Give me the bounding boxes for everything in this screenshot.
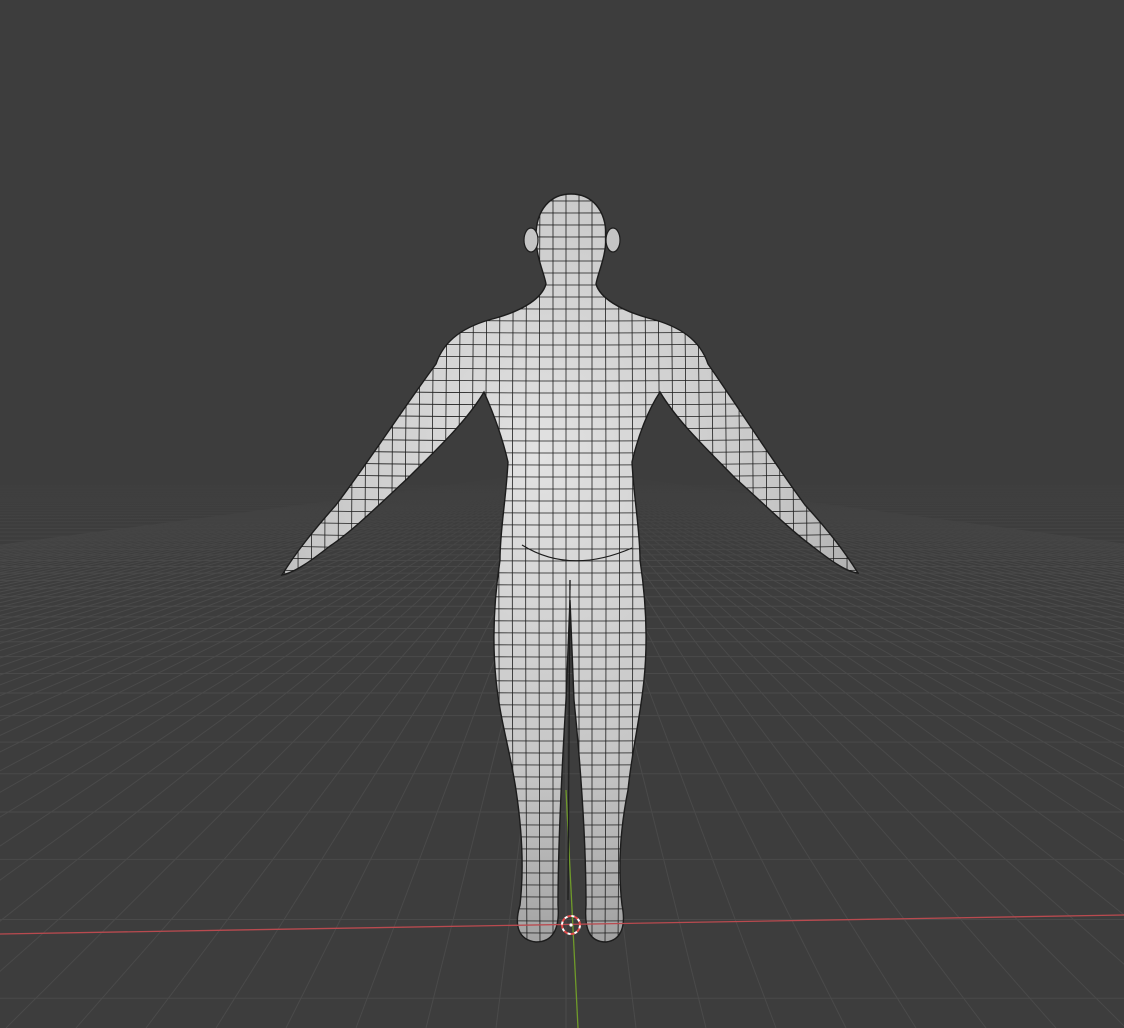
3d-viewport[interactable] [0, 0, 1124, 1028]
y-axis-line [565, 789, 579, 1028]
right-ear [605, 227, 621, 253]
left-ear [523, 227, 539, 253]
